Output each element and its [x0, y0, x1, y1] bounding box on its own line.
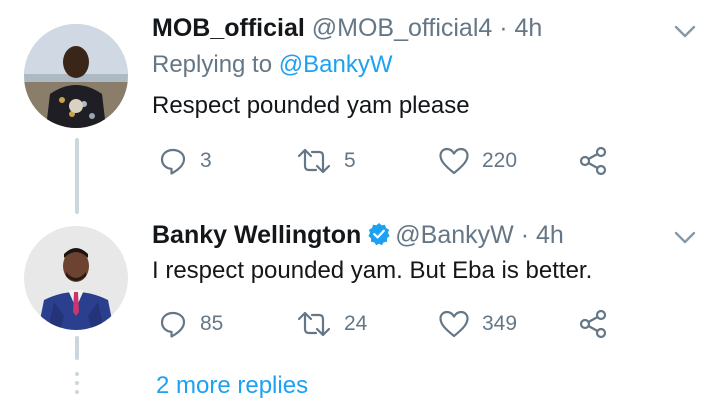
separator-dot: ·	[520, 221, 530, 249]
reply-button[interactable]: 3	[158, 145, 212, 177]
tweet-text: I respect pounded yam. But Eba is better…	[152, 257, 593, 284]
user-handle[interactable]: @BankyW	[395, 221, 513, 249]
dot	[75, 390, 79, 394]
tweet-header: Banky Wellington @BankyW · 4h	[152, 219, 564, 251]
tweet-actions: 85 24 349	[152, 308, 632, 340]
retweet-button[interactable]: 24	[296, 308, 367, 340]
tweet-actions: 3 5 220	[152, 145, 632, 177]
avatar[interactable]	[24, 24, 128, 128]
reply-count: 85	[200, 312, 224, 335]
chevron-down-icon[interactable]	[674, 25, 696, 39]
like-icon	[439, 310, 469, 338]
reply-icon	[160, 311, 186, 338]
replying-to-line: Replying to @BankyW	[152, 50, 392, 80]
avatar-photo	[24, 226, 128, 330]
timestamp[interactable]: 4h	[536, 221, 564, 249]
tweet-header: MOB_official @MOB_official4 · 4h	[152, 12, 542, 44]
dot	[75, 381, 79, 385]
dot	[75, 372, 79, 376]
reply-icon	[160, 148, 186, 175]
share-icon	[579, 146, 607, 176]
tweet-1[interactable]: MOB_official @MOB_official4 · 4h Replyin…	[0, 0, 720, 214]
retweet-icon	[297, 311, 331, 337]
share-button[interactable]	[578, 145, 608, 177]
replying-to-link[interactable]: @BankyW	[279, 51, 393, 78]
retweet-icon	[297, 148, 331, 174]
retweet-button[interactable]: 5	[296, 145, 356, 177]
like-button[interactable]: 349	[438, 308, 517, 340]
display-name[interactable]: Banky Wellington	[152, 221, 361, 249]
more-replies-link[interactable]: 2 more replies	[156, 370, 308, 402]
share-icon	[579, 309, 607, 339]
thread-continuation-dots	[75, 372, 79, 399]
like-count: 349	[482, 312, 518, 335]
avatar-photo	[24, 24, 128, 128]
timestamp[interactable]: 4h	[515, 14, 543, 42]
like-icon	[439, 147, 469, 175]
reply-count: 3	[200, 149, 212, 172]
share-button[interactable]	[578, 308, 608, 340]
tweet-text: Respect pounded yam please	[152, 92, 470, 119]
avatar[interactable]	[24, 226, 128, 330]
retweet-count: 5	[344, 149, 356, 172]
reply-button[interactable]: 85	[158, 308, 223, 340]
tweet-2[interactable]: Banky Wellington @BankyW · 4h I respect …	[0, 214, 720, 364]
verified-badge-icon	[368, 223, 390, 246]
replying-to-label: Replying to	[152, 51, 273, 78]
display-name[interactable]: MOB_official	[152, 14, 305, 42]
thread-connector-line	[75, 336, 79, 360]
user-handle[interactable]: @MOB_official4	[312, 14, 493, 42]
chevron-down-icon[interactable]	[674, 231, 696, 245]
separator-dot: ·	[499, 14, 508, 42]
like-count: 220	[482, 149, 518, 172]
retweet-count: 24	[344, 312, 368, 335]
like-button[interactable]: 220	[438, 145, 517, 177]
